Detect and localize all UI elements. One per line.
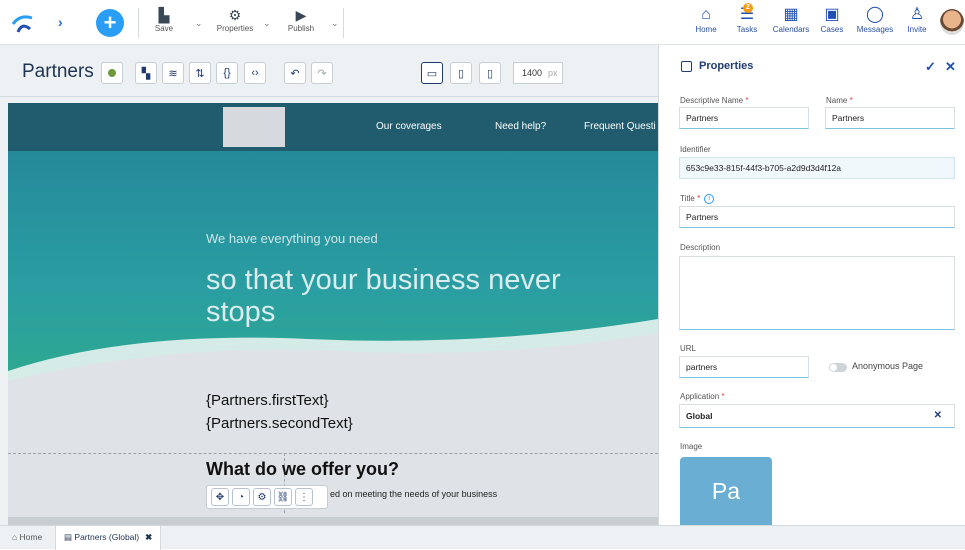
preview-nav-link[interactable]: Our coverages	[376, 121, 442, 132]
horizontal-scrollbar[interactable]	[8, 517, 658, 525]
application-select[interactable]: Global ✕	[679, 404, 955, 428]
page-preview[interactable]: Our coverages Need help? Frequent Questi…	[8, 103, 658, 517]
editor-toolbar: Partners ▚ ≋ ⇅ {} ‹› ↶ ↷ ▭ ▯ ▯ 1400 px	[0, 45, 658, 97]
nav-cases[interactable]: ▣ Cases	[819, 5, 845, 34]
gear-icon: ⚙	[228, 7, 242, 23]
save-menu-chevron-icon[interactable]: ⌄	[195, 18, 203, 29]
status-indicator[interactable]	[101, 62, 123, 84]
play-icon: ▶	[295, 7, 307, 23]
palette-icon[interactable]: ◔	[232, 488, 250, 506]
descriptive-name-field[interactable]: Partners	[679, 107, 809, 129]
save-button[interactable]: ▙ Save	[152, 6, 176, 33]
link-icon[interactable]: ⛓	[274, 488, 292, 506]
properties-panel: Properties ✓ ✕ Descriptive Name * Partne…	[658, 45, 965, 525]
identifier-field[interactable]: 653c9e33-815f-44f3-b705-a2d9d3d4f12a	[679, 157, 955, 179]
layers-icon[interactable]: ≋	[162, 62, 184, 84]
undo-icon[interactable]: ↶	[284, 62, 306, 84]
variables-icon[interactable]: ⇅	[189, 62, 211, 84]
offer-heading[interactable]: What do we offer you?	[206, 459, 399, 480]
url-label: URL	[680, 344, 697, 353]
publish-menu-chevron-icon[interactable]: ⌄	[331, 18, 339, 29]
home-icon: ⌂	[12, 532, 18, 542]
component-toolbar: ✥ ◔ ⚙ ⛓ ⋮	[206, 485, 328, 509]
nav-invite[interactable]: ♙ Invite	[906, 5, 928, 34]
home-icon: ⌂	[701, 6, 711, 23]
chat-bubble-icon: ◯	[866, 6, 884, 23]
move-icon[interactable]: ✥	[211, 488, 229, 506]
template-second-text[interactable]: {Partners.secondText}	[206, 415, 353, 432]
preview-nav-link[interactable]: Need help?	[495, 121, 546, 132]
close-icon[interactable]: ✕	[945, 59, 956, 75]
mobile-view-icon[interactable]: ▯	[479, 62, 501, 84]
offer-subtext[interactable]: ed on meeting the needs of your business	[330, 489, 497, 499]
title-label: Title * i	[680, 194, 715, 204]
title-field[interactable]: Partners	[679, 206, 955, 228]
name-label: Name *	[826, 96, 853, 105]
preview-logo-placeholder[interactable]	[223, 107, 285, 147]
info-icon[interactable]: i	[704, 194, 715, 204]
anonymous-page-toggle[interactable]	[829, 363, 847, 372]
page-image-thumbnail[interactable]: Pa	[680, 457, 772, 525]
desktop-view-icon[interactable]: ▭	[421, 62, 443, 84]
descriptive-name-label: Descriptive Name *	[680, 96, 749, 105]
publish-button[interactable]: ▶ Publish	[286, 6, 316, 33]
tablet-view-icon[interactable]: ▯	[450, 62, 472, 84]
anonymous-page-label: Anonymous Page	[852, 361, 924, 371]
hero-headline[interactable]: so that your business never stops	[206, 264, 606, 328]
app-logo-icon[interactable]	[10, 10, 36, 36]
properties-header: Properties	[681, 60, 753, 72]
tab-partners[interactable]: ▤ Partners (Global) ✖	[55, 526, 162, 550]
redo-icon[interactable]: ↷	[311, 62, 333, 84]
bottom-tab-bar: ⌂ Home ▤ Partners (Global) ✖	[0, 525, 965, 550]
description-label: Description	[680, 243, 721, 252]
top-toolbar: › + ▙ Save ⌄ ⚙ Properties ⌄ ▶ Publish ⌄ …	[0, 0, 965, 45]
preview-nav-link[interactable]: Frequent Questi	[584, 121, 656, 132]
more-options-icon[interactable]: ⋮	[295, 488, 313, 506]
divider	[138, 8, 139, 38]
code-icon[interactable]: ‹›	[244, 62, 266, 84]
page-title: Partners	[22, 61, 94, 82]
divider	[343, 8, 344, 38]
url-field[interactable]: partners	[679, 356, 809, 378]
tab-home[interactable]: ⌂ Home	[12, 532, 42, 542]
settings-icon[interactable]: ⚙	[253, 488, 271, 506]
nav-messages[interactable]: ◯ Messages	[856, 5, 894, 34]
properties-panel-icon	[681, 60, 692, 72]
canvas-width-input[interactable]: 1400 px	[513, 62, 563, 84]
preview-navbar[interactable]: Our coverages Need help? Frequent Questi	[8, 103, 658, 151]
selection-guide	[8, 453, 658, 454]
application-label: Application *	[680, 392, 725, 401]
components-icon[interactable]: ▚	[135, 62, 157, 84]
preview-hero-section[interactable]: We have everything you need so that your…	[8, 151, 658, 401]
calendar-icon: ▦	[783, 6, 799, 23]
template-first-text[interactable]: {Partners.firstText}	[206, 392, 329, 409]
page-icon: ▤	[64, 532, 73, 542]
user-avatar[interactable]	[940, 9, 964, 35]
json-braces-icon[interactable]: {}	[216, 62, 238, 84]
confirm-check-icon[interactable]: ✓	[925, 59, 936, 75]
briefcase-icon: ▣	[824, 6, 840, 23]
expand-chevron-icon[interactable]: ›	[58, 14, 63, 30]
close-tab-icon[interactable]: ✖	[145, 532, 152, 542]
nav-tasks[interactable]: 2 ☰ Tasks	[735, 3, 759, 34]
save-icon: ▙	[158, 7, 170, 23]
design-canvas[interactable]: Our coverages Need help? Frequent Questi…	[0, 97, 658, 525]
nav-calendars[interactable]: ▦ Calendars	[772, 5, 810, 34]
identifier-label: Identifier	[680, 145, 711, 154]
add-new-button[interactable]: +	[96, 9, 124, 37]
hero-subtitle[interactable]: We have everything you need	[206, 231, 378, 246]
description-textarea[interactable]	[679, 256, 955, 330]
name-field[interactable]: Partners	[825, 107, 955, 129]
tasks-badge: 2	[743, 3, 753, 13]
nav-home[interactable]: ⌂ Home	[694, 5, 718, 34]
properties-menu-chevron-icon[interactable]: ⌄	[263, 18, 271, 29]
properties-button[interactable]: ⚙ Properties	[212, 6, 258, 33]
clear-icon[interactable]: ✕	[934, 410, 942, 421]
add-user-icon: ♙	[909, 6, 925, 23]
image-label: Image	[680, 442, 703, 451]
